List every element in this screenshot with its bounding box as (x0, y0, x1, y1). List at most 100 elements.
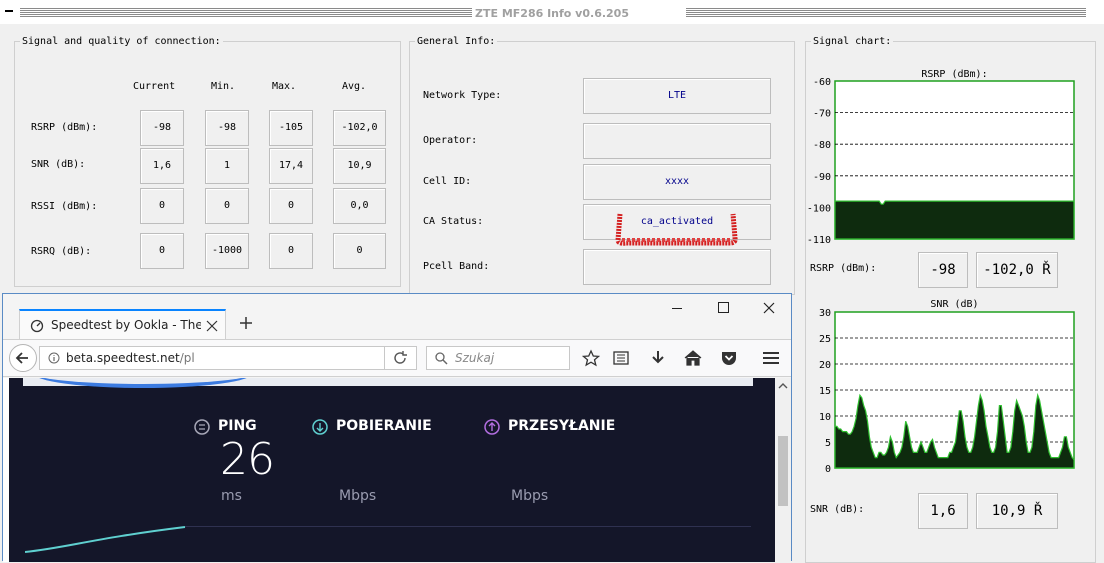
snr-min: 1 (205, 148, 249, 184)
rsrp-min: -98 (205, 110, 249, 146)
snr-row-label: SNR (dB): (810, 504, 865, 515)
rsrp-chart-avg: -102,0 Ř (976, 252, 1058, 288)
rsrp-y-tick-label: -110 (808, 235, 831, 246)
home-icon[interactable] (683, 349, 703, 367)
search-placeholder: Szukaj (455, 351, 495, 365)
pcell-band-label: Pcell Band: (423, 261, 490, 272)
bookmark-star-icon[interactable] (581, 349, 601, 367)
rsrp-max: -105 (269, 110, 313, 146)
snr-max: 17,4 (269, 148, 313, 184)
reload-icon (394, 351, 407, 364)
col-max: Max. (272, 81, 297, 92)
pcell-band-value (583, 249, 771, 285)
row-label-snr: SNR (dB): (31, 159, 86, 170)
url-text: beta.speedtest.net/pl (66, 351, 195, 365)
tab-title: Speedtest by Ookla - The Gl (51, 318, 201, 332)
rsrp-series-area (834, 200, 1075, 240)
snr-y-tick-label: 15 (819, 386, 831, 397)
rsrp-avg: -102,0 (333, 110, 386, 146)
rsrp-current: -98 (140, 110, 184, 146)
ping-label: PING (218, 418, 257, 434)
ping-icon (194, 419, 210, 435)
ping-progress-curve (25, 526, 186, 553)
rsrp-chart: RSRP (dBm): -60 -70 -80 -90 -100 -110 (808, 69, 1075, 246)
url-host: beta.speedtest.net (66, 351, 180, 365)
snr-y-tick-label: 20 (819, 360, 831, 371)
minimize-button[interactable] (665, 300, 689, 316)
page-left-strip (3, 378, 9, 562)
hamburger-menu-icon[interactable] (761, 349, 781, 367)
operator-value (583, 123, 771, 159)
signal-group-title: Signal and quality of connection: (20, 36, 223, 47)
snr-y-tick-label: 30 (819, 308, 831, 319)
upload-label: PRZESYŁANIE (508, 418, 616, 434)
col-current: Current (133, 81, 176, 92)
rsrp-chart-title: RSRP (dBm): (921, 69, 987, 80)
scroll-up-icon[interactable] (775, 379, 791, 393)
back-button[interactable] (9, 344, 37, 372)
rsrq-min: -1000 (205, 233, 249, 269)
rssi-max: 0 (269, 188, 313, 224)
progress-divider (185, 526, 751, 527)
download-speed-icon (312, 419, 328, 435)
download-unit: Mbps (339, 488, 377, 504)
general-info-title: General Info: (415, 36, 498, 47)
search-icon (435, 352, 448, 365)
browser-window: Speedtest by Ookla - The Gl beta.speedte… (2, 293, 792, 562)
banner-swirl (33, 378, 253, 388)
signal-chart-title: Signal chart: (811, 36, 894, 47)
reader-view-icon[interactable] (611, 349, 631, 367)
url-path: /pl (179, 351, 195, 365)
download-label: POBIERANIE (336, 418, 432, 434)
search-box[interactable]: Szukaj (426, 346, 570, 370)
reload-button[interactable] (385, 346, 417, 370)
close-window-button[interactable] (757, 300, 781, 318)
row-label-rsrq: RSRQ (dB): (31, 246, 92, 257)
col-min: Min. (211, 81, 236, 92)
network-type-value: LTE (583, 78, 771, 114)
snr-chart-avg: 10,9 Ř (976, 493, 1058, 529)
upload-unit: Mbps (511, 488, 549, 504)
rsrp-y-tick-label: -80 (813, 140, 831, 151)
minimize-icon (672, 308, 682, 309)
close-icon (763, 302, 775, 314)
row-label-rsrp: RSRP (dBm): (31, 122, 98, 133)
snr-chart: SNR (dB) 30 25 20 15 10 5 0 (819, 299, 1075, 474)
snr-chart-current: 1,6 (918, 493, 968, 529)
browser-tab[interactable]: Speedtest by Ookla - The Gl (19, 309, 226, 339)
speedtest-page: PING 26 ms POBIERANIE Mbps PRZESYŁANIE M… (3, 378, 775, 562)
rssi-min: 0 (205, 188, 249, 224)
rsrp-y-tick-label: -60 (813, 77, 831, 88)
cell-id-label: Cell ID: (423, 176, 472, 187)
url-bar[interactable]: beta.speedtest.net/pl (39, 346, 385, 370)
ca-status-scribble (615, 213, 738, 246)
rssi-current: 0 (140, 188, 184, 224)
app-title: ZTE MF286 Info v0.6.205 (0, 7, 1104, 20)
row-label-rssi: RSSI (dBm): (31, 201, 98, 212)
rsrq-max: 0 (269, 233, 313, 269)
download-icon[interactable] (648, 349, 668, 367)
rsrq-avg: 0 (333, 233, 386, 269)
new-tab-icon[interactable] (239, 316, 253, 330)
ca-status-label: CA Status: (423, 216, 484, 227)
snr-y-tick-label: 25 (819, 334, 831, 345)
maximize-button[interactable] (711, 300, 735, 316)
cell-id-value: xxxx (583, 164, 771, 200)
speedtest-favicon-icon (30, 319, 44, 333)
snr-chart-title: SNR (dB) (930, 299, 978, 310)
page-scrollbar[interactable] (775, 378, 791, 562)
snr-current: 1,6 (140, 148, 184, 184)
rsrq-current: 0 (140, 233, 184, 269)
close-tab-icon[interactable] (206, 320, 218, 332)
pocket-icon[interactable] (719, 349, 739, 367)
snr-y-tick-label: 0 (825, 464, 831, 474)
info-icon[interactable] (48, 352, 60, 364)
rsrp-y-tick-label: -90 (813, 172, 831, 183)
rsrp-y-tick-label: -70 (813, 109, 831, 120)
ping-value: 26 (220, 434, 275, 485)
rsrp-chart-current: -98 (918, 252, 968, 288)
scrollbar-thumb[interactable] (778, 436, 788, 506)
ping-unit: ms (221, 488, 242, 504)
rsrp-row-label: RSRP (dBm): (810, 263, 877, 274)
snr-y-tick-label: 10 (819, 412, 831, 423)
